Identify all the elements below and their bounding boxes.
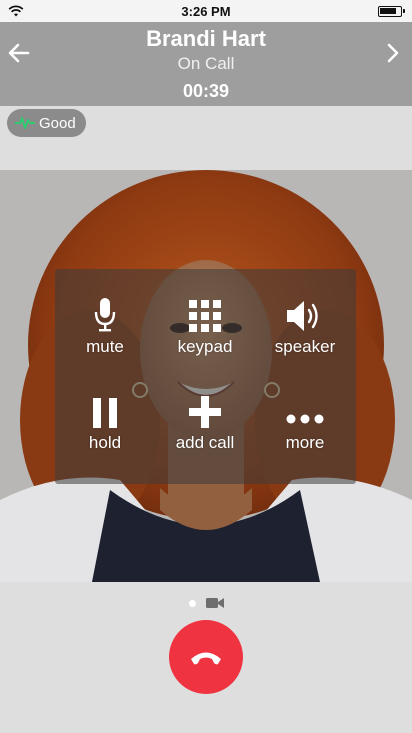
mute-button[interactable]: mute [55,293,155,383]
call-quality-badge: Good [7,109,86,137]
call-duration: 00:39 [182,81,230,101]
hold-label: hold [88,433,122,452]
bottom-bar [0,582,412,733]
plus-icon [189,396,221,428]
speaker-button[interactable]: speaker [255,293,355,383]
status-time: 3:26 PM [181,3,231,19]
hang-up-button[interactable] [169,620,243,694]
call-controls-panel: mute keypad speaker hold add call more [55,269,356,484]
keypad-label: keypad [177,337,233,356]
more-button[interactable]: more [255,389,355,479]
microphone-icon [94,298,116,332]
keypad-button[interactable]: keypad [155,293,255,383]
chevron-right-icon[interactable] [380,40,406,66]
status-bar: 3:26 PM [0,0,412,22]
more-icon [286,414,324,424]
pulse-icon [15,117,35,129]
speaker-icon [287,301,318,331]
contact-name: Brandi Hart [146,26,266,51]
pause-icon [93,398,117,428]
video-camera-icon[interactable] [205,597,224,609]
wifi-icon [8,5,24,17]
mute-label: mute [86,337,124,356]
battery-icon [378,6,405,17]
phone-hangup-icon [191,652,221,665]
page-indicator [0,596,412,610]
dot-icon[interactable] [188,599,196,607]
speaker-label: speaker [274,337,336,356]
call-quality-label: Good [39,114,76,132]
call-state: On Call [177,54,235,73]
hold-button[interactable]: hold [55,389,155,479]
keypad-icon [189,300,221,332]
quality-row: Good [0,106,412,170]
arrow-left-icon[interactable] [6,40,32,66]
add-call-button[interactable]: add call [155,389,255,479]
add-call-label: add call [175,433,235,452]
more-label: more [285,433,325,452]
call-header: Brandi Hart On Call 00:39 [0,22,412,106]
